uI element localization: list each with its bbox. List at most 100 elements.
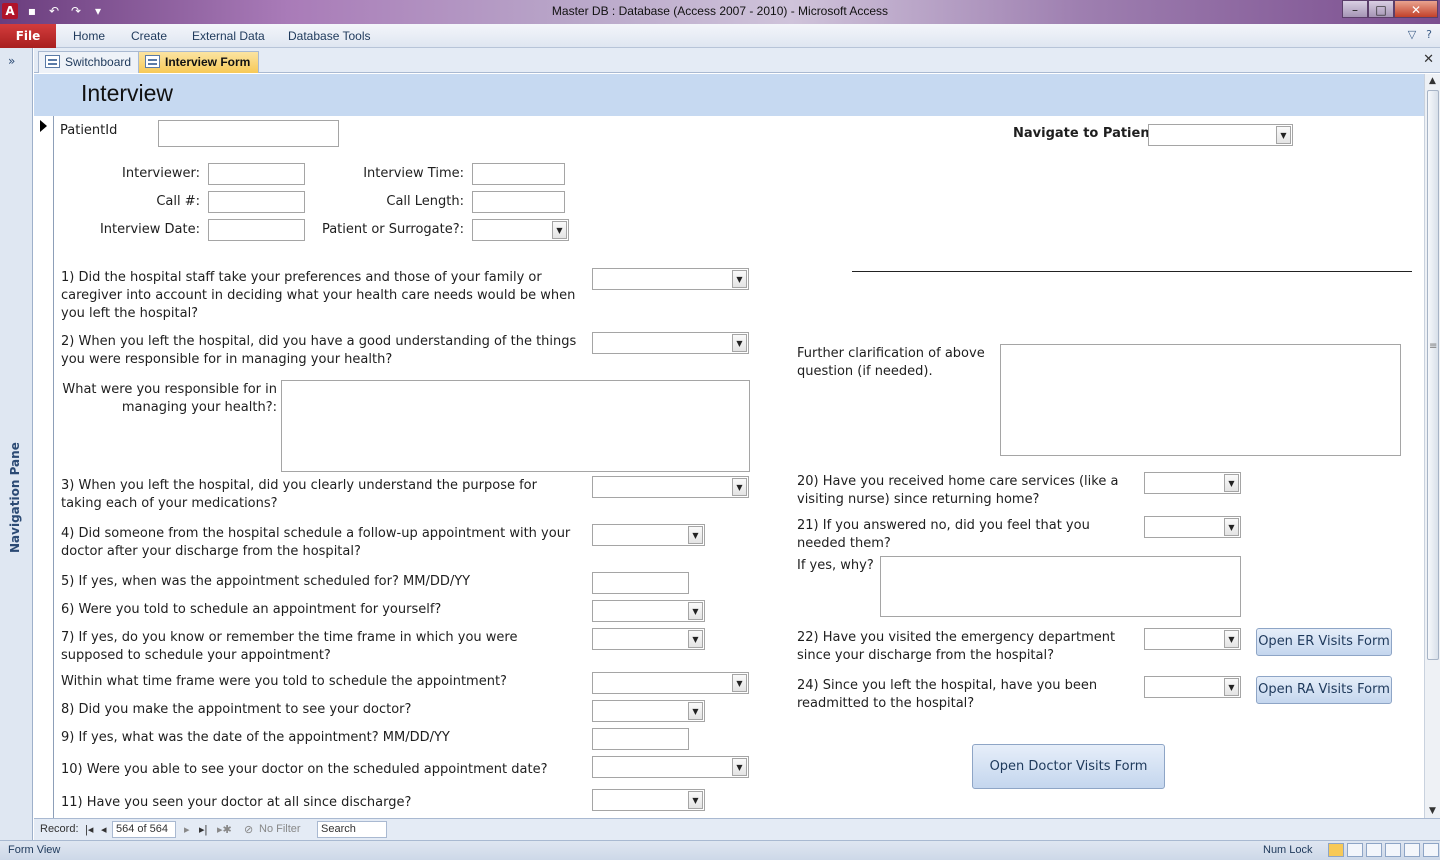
question-5-date-field[interactable] bbox=[592, 572, 689, 594]
dropdown-arrow-icon[interactable]: ▼ bbox=[688, 630, 703, 648]
navigation-pane[interactable]: » Navigation Pane bbox=[0, 48, 33, 840]
ribbon-collapse-icon[interactable]: ▽ bbox=[1408, 28, 1416, 41]
maximize-icon[interactable]: □ bbox=[1368, 0, 1394, 18]
design-view-icon[interactable] bbox=[1385, 843, 1401, 857]
open-doctor-visits-button[interactable]: Open Doctor Visits Form bbox=[972, 744, 1165, 789]
view-status: Form View bbox=[8, 844, 61, 856]
question-3-combo[interactable]: ▼ bbox=[592, 476, 749, 498]
pivot-chart-view-icon[interactable] bbox=[1423, 843, 1439, 857]
question-9-date-field[interactable] bbox=[592, 728, 689, 750]
record-selector[interactable] bbox=[34, 116, 54, 818]
dropdown-arrow-icon[interactable]: ▼ bbox=[732, 674, 747, 692]
further-clarification-textarea[interactable] bbox=[1000, 344, 1401, 456]
dropdown-arrow-icon[interactable]: ▼ bbox=[732, 334, 747, 352]
datasheet-view-icon[interactable] bbox=[1347, 843, 1363, 857]
help-icon[interactable]: ? bbox=[1426, 28, 1432, 41]
dropdown-arrow-icon[interactable]: ▼ bbox=[688, 791, 703, 809]
first-record-icon[interactable]: |◂ bbox=[85, 823, 93, 836]
layout-view-icon[interactable] bbox=[1366, 843, 1382, 857]
question-5-label: 5) If yes, when was the appointment sche… bbox=[61, 574, 471, 589]
view-switcher bbox=[1328, 843, 1439, 857]
question-10-combo[interactable]: ▼ bbox=[592, 756, 749, 778]
question-1-combo[interactable]: ▼ bbox=[592, 268, 749, 290]
dropdown-arrow-icon[interactable]: ▼ bbox=[732, 270, 747, 288]
dropdown-arrow-icon[interactable]: ▼ bbox=[688, 602, 703, 620]
filter-status[interactable]: No Filter bbox=[259, 823, 301, 835]
question-6-combo[interactable]: ▼ bbox=[592, 600, 705, 622]
pivot-view-icon[interactable] bbox=[1404, 843, 1420, 857]
form-view-icon[interactable] bbox=[1328, 843, 1344, 857]
dropdown-arrow-icon[interactable]: ▼ bbox=[688, 526, 703, 544]
doc-tab-label: Interview Form bbox=[165, 55, 251, 69]
interview-form: Interview PatientId Navigate to Patient:… bbox=[34, 74, 1424, 818]
scroll-thumb[interactable] bbox=[1427, 90, 1439, 660]
last-record-icon[interactable]: ▸| bbox=[199, 823, 207, 836]
dropdown-arrow-icon[interactable]: ▼ bbox=[1224, 474, 1239, 492]
navigate-to-patient-combo[interactable]: ▼ bbox=[1148, 124, 1293, 146]
question-21-combo[interactable]: ▼ bbox=[1144, 516, 1241, 538]
dropdown-arrow-icon[interactable]: ▼ bbox=[688, 702, 703, 720]
patient-surrogate-combo[interactable]: ▼ bbox=[472, 219, 569, 241]
doc-tab-label: Switchboard bbox=[65, 55, 132, 69]
previous-record-icon[interactable]: ◂ bbox=[101, 823, 107, 836]
file-tab[interactable]: File bbox=[0, 24, 56, 48]
title-bar: A ▪ ↶ ↷ ▾ Master DB : Database (Access 2… bbox=[0, 0, 1440, 24]
question-21-why-textarea[interactable] bbox=[880, 556, 1241, 617]
call-number-field[interactable] bbox=[208, 191, 305, 213]
dropdown-arrow-icon[interactable]: ▼ bbox=[1224, 678, 1239, 696]
open-er-visits-button[interactable]: Open ER Visits Form bbox=[1256, 628, 1392, 656]
question-24-combo[interactable]: ▼ bbox=[1144, 676, 1241, 698]
form-icon bbox=[145, 55, 160, 68]
search-field[interactable]: Search bbox=[317, 821, 387, 838]
dropdown-arrow-icon[interactable]: ▼ bbox=[1224, 630, 1239, 648]
doc-tab-switchboard[interactable]: Switchboard bbox=[38, 51, 141, 73]
question-11-combo[interactable]: ▼ bbox=[592, 789, 705, 811]
question-20-combo[interactable]: ▼ bbox=[1144, 472, 1241, 494]
dropdown-arrow-icon[interactable]: ▼ bbox=[1224, 518, 1239, 536]
interview-date-field[interactable] bbox=[208, 219, 305, 241]
question-2-combo[interactable]: ▼ bbox=[592, 332, 749, 354]
time-frame-combo[interactable]: ▼ bbox=[592, 672, 749, 694]
patient-id-field[interactable] bbox=[158, 120, 339, 147]
question-21-why-label: If yes, why? bbox=[797, 558, 874, 573]
tab-create[interactable]: Create bbox=[131, 29, 167, 43]
patient-id-label: PatientId bbox=[60, 123, 118, 138]
dropdown-arrow-icon[interactable]: ▼ bbox=[552, 221, 567, 239]
close-window-icon[interactable]: ✕ bbox=[1394, 0, 1438, 18]
form-vertical-scrollbar[interactable]: ▲ ▼ bbox=[1424, 74, 1440, 818]
question-22-combo[interactable]: ▼ bbox=[1144, 628, 1241, 650]
question-8-combo[interactable]: ▼ bbox=[592, 700, 705, 722]
call-length-field[interactable] bbox=[472, 191, 565, 213]
doc-tab-interview-form[interactable]: Interview Form bbox=[138, 51, 260, 73]
responsibilities-label: What were you responsible for in managin… bbox=[62, 382, 277, 415]
time-frame-label: Within what time frame were you told to … bbox=[61, 674, 507, 689]
interview-time-field[interactable] bbox=[472, 163, 565, 185]
question-8-label: 8) Did you make the appointment to see y… bbox=[61, 702, 412, 717]
question-7-label: 7) If yes, do you know or remember the t… bbox=[61, 630, 518, 663]
new-record-icon[interactable]: ▸✱ bbox=[217, 823, 232, 836]
expand-nav-pane-icon[interactable]: » bbox=[8, 54, 15, 68]
scroll-up-icon[interactable]: ▲ bbox=[1427, 76, 1438, 86]
close-document-icon[interactable]: ✕ bbox=[1423, 52, 1434, 67]
dropdown-arrow-icon[interactable]: ▼ bbox=[732, 478, 747, 496]
interviewer-field[interactable] bbox=[208, 163, 305, 185]
current-record-field[interactable]: 564 of 564 bbox=[112, 821, 176, 838]
question-4-combo[interactable]: ▼ bbox=[592, 524, 705, 546]
dropdown-arrow-icon[interactable]: ▼ bbox=[732, 758, 747, 776]
question-2-label: 2) When you left the hospital, did you h… bbox=[61, 334, 577, 367]
tab-external-data[interactable]: External Data bbox=[192, 29, 265, 43]
dropdown-arrow-icon[interactable]: ▼ bbox=[1276, 126, 1291, 144]
responsibilities-textarea[interactable] bbox=[281, 380, 750, 472]
tab-database-tools[interactable]: Database Tools bbox=[288, 29, 371, 43]
tab-home[interactable]: Home bbox=[73, 29, 105, 43]
minimize-icon[interactable]: – bbox=[1342, 0, 1368, 18]
window-controls: – □ ✕ bbox=[1342, 0, 1438, 18]
filter-icon[interactable]: ⊘ bbox=[244, 823, 253, 836]
question-7-combo[interactable]: ▼ bbox=[592, 628, 705, 650]
scroll-down-icon[interactable]: ▼ bbox=[1427, 806, 1438, 816]
next-record-icon[interactable]: ▸ bbox=[184, 823, 190, 836]
call-number-label: Call #: bbox=[156, 194, 200, 209]
record-label: Record: bbox=[40, 823, 79, 835]
open-ra-visits-button[interactable]: Open RA Visits Form bbox=[1256, 676, 1392, 704]
question-24-label: 24) Since you left the hospital, have yo… bbox=[797, 678, 1098, 711]
